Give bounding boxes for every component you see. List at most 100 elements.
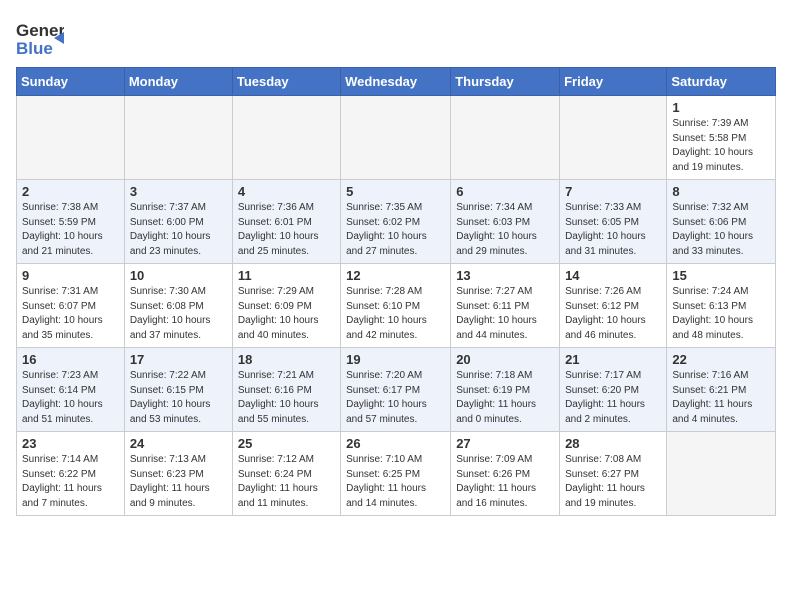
svg-text:Blue: Blue [16, 39, 53, 58]
calendar-cell: 17Sunrise: 7:22 AM Sunset: 6:15 PM Dayli… [124, 348, 232, 432]
calendar-cell: 19Sunrise: 7:20 AM Sunset: 6:17 PM Dayli… [341, 348, 451, 432]
day-info: Sunrise: 7:16 AM Sunset: 6:21 PM Dayligh… [672, 369, 770, 427]
calendar-cell [232, 96, 340, 180]
day-info: Sunrise: 7:22 AM Sunset: 6:15 PM Dayligh… [130, 369, 227, 427]
calendar-week-3: 9 Sunrise: 7:31 AM Sunset: 6:07 PM Daylig… [17, 264, 776, 348]
calendar-cell: 6 Sunrise: 7:34 AM Sunset: 6:03 PM Daylig… [451, 180, 560, 264]
day-info: Sunrise: 7:36 AM Sunset: 6:01 PM Dayligh… [238, 201, 335, 259]
calendar-cell: 23 Sunrise: 7:14 AM Sunset: 6:22 PM Dayli… [17, 432, 125, 516]
day-info: Sunrise: 7:09 AM Sunset: 6:26 PM Dayligh… [456, 453, 554, 511]
calendar-cell [124, 96, 232, 180]
day-number: 26 [346, 436, 445, 451]
day-number: 6 [456, 184, 554, 199]
day-number: 1 [672, 100, 770, 115]
calendar-cell [17, 96, 125, 180]
weekday-header-thursday: Thursday [451, 68, 560, 96]
calendar-cell: 13 Sunrise: 7:27 AM Sunset: 6:11 PM Dayli… [451, 264, 560, 348]
calendar-body: 1 Sunrise: 7:39 AM Sunset: 5:58 PM Daylig… [17, 96, 776, 516]
day-number: 27 [456, 436, 554, 451]
day-number: 10 [130, 268, 227, 283]
day-info: Sunrise: 7:37 AM Sunset: 6:00 PM Dayligh… [130, 201, 227, 259]
day-info: Sunrise: 7:27 AM Sunset: 6:11 PM Dayligh… [456, 285, 554, 343]
day-number: 24 [130, 436, 227, 451]
day-info: Sunrise: 7:18 AM Sunset: 6:19 PM Dayligh… [456, 369, 554, 427]
calendar-cell: 5 Sunrise: 7:35 AM Sunset: 6:02 PM Daylig… [341, 180, 451, 264]
weekday-header-monday: Monday [124, 68, 232, 96]
calendar-cell: 20 Sunrise: 7:18 AM Sunset: 6:19 PM Dayli… [451, 348, 560, 432]
day-info: Sunrise: 7:10 AM Sunset: 6:25 PM Dayligh… [346, 453, 445, 511]
calendar-cell: 10Sunrise: 7:30 AM Sunset: 6:08 PM Dayli… [124, 264, 232, 348]
calendar-cell [560, 96, 667, 180]
logo: General Blue [16, 16, 64, 63]
day-number: 28 [565, 436, 661, 451]
calendar-header: SundayMondayTuesdayWednesdayThursdayFrid… [17, 68, 776, 96]
day-info: Sunrise: 7:17 AM Sunset: 6:20 PM Dayligh… [565, 369, 661, 427]
day-number: 19 [346, 352, 445, 367]
day-info: Sunrise: 7:31 AM Sunset: 6:07 PM Dayligh… [22, 285, 119, 343]
calendar-cell [341, 96, 451, 180]
calendar-cell: 16 Sunrise: 7:23 AM Sunset: 6:14 PM Dayli… [17, 348, 125, 432]
day-number: 16 [22, 352, 119, 367]
day-info: Sunrise: 7:12 AM Sunset: 6:24 PM Dayligh… [238, 453, 335, 511]
calendar-cell: 25 Sunrise: 7:12 AM Sunset: 6:24 PM Dayli… [232, 432, 340, 516]
day-info: Sunrise: 7:34 AM Sunset: 6:03 PM Dayligh… [456, 201, 554, 259]
day-number: 3 [130, 184, 227, 199]
calendar-cell: 3 Sunrise: 7:37 AM Sunset: 6:00 PM Daylig… [124, 180, 232, 264]
day-info: Sunrise: 7:32 AM Sunset: 6:06 PM Dayligh… [672, 201, 770, 259]
calendar-week-2: 2 Sunrise: 7:38 AM Sunset: 5:59 PM Daylig… [17, 180, 776, 264]
day-info: Sunrise: 7:35 AM Sunset: 6:02 PM Dayligh… [346, 201, 445, 259]
day-info: Sunrise: 7:28 AM Sunset: 6:10 PM Dayligh… [346, 285, 445, 343]
day-number: 21 [565, 352, 661, 367]
calendar-week-1: 1 Sunrise: 7:39 AM Sunset: 5:58 PM Daylig… [17, 96, 776, 180]
day-number: 25 [238, 436, 335, 451]
weekday-header-row: SundayMondayTuesdayWednesdayThursdayFrid… [17, 68, 776, 96]
day-info: Sunrise: 7:24 AM Sunset: 6:13 PM Dayligh… [672, 285, 770, 343]
day-number: 20 [456, 352, 554, 367]
day-info: Sunrise: 7:39 AM Sunset: 5:58 PM Dayligh… [672, 117, 770, 175]
weekday-header-saturday: Saturday [667, 68, 776, 96]
day-info: Sunrise: 7:33 AM Sunset: 6:05 PM Dayligh… [565, 201, 661, 259]
calendar-cell: 7 Sunrise: 7:33 AM Sunset: 6:05 PM Daylig… [560, 180, 667, 264]
day-number: 8 [672, 184, 770, 199]
calendar-cell [451, 96, 560, 180]
day-info: Sunrise: 7:38 AM Sunset: 5:59 PM Dayligh… [22, 201, 119, 259]
day-number: 2 [22, 184, 119, 199]
day-number: 15 [672, 268, 770, 283]
day-info: Sunrise: 7:23 AM Sunset: 6:14 PM Dayligh… [22, 369, 119, 427]
day-info: Sunrise: 7:29 AM Sunset: 6:09 PM Dayligh… [238, 285, 335, 343]
calendar-cell: 8 Sunrise: 7:32 AM Sunset: 6:06 PM Daylig… [667, 180, 776, 264]
weekday-header-friday: Friday [560, 68, 667, 96]
day-number: 5 [346, 184, 445, 199]
calendar-cell: 18Sunrise: 7:21 AM Sunset: 6:16 PM Dayli… [232, 348, 340, 432]
calendar-cell: 1 Sunrise: 7:39 AM Sunset: 5:58 PM Daylig… [667, 96, 776, 180]
page-header: General Blue [16, 16, 776, 63]
calendar-cell: 22 Sunrise: 7:16 AM Sunset: 6:21 PM Dayli… [667, 348, 776, 432]
day-number: 9 [22, 268, 119, 283]
day-number: 11 [238, 268, 335, 283]
weekday-header-sunday: Sunday [17, 68, 125, 96]
day-number: 22 [672, 352, 770, 367]
calendar-week-5: 23 Sunrise: 7:14 AM Sunset: 6:22 PM Dayli… [17, 432, 776, 516]
calendar-cell: 15 Sunrise: 7:24 AM Sunset: 6:13 PM Dayli… [667, 264, 776, 348]
day-number: 7 [565, 184, 661, 199]
day-number: 4 [238, 184, 335, 199]
day-info: Sunrise: 7:14 AM Sunset: 6:22 PM Dayligh… [22, 453, 119, 511]
weekday-header-wednesday: Wednesday [341, 68, 451, 96]
calendar-cell: 2 Sunrise: 7:38 AM Sunset: 5:59 PM Daylig… [17, 180, 125, 264]
calendar-cell: 11 Sunrise: 7:29 AM Sunset: 6:09 PM Dayli… [232, 264, 340, 348]
day-info: Sunrise: 7:21 AM Sunset: 6:16 PM Dayligh… [238, 369, 335, 427]
day-number: 13 [456, 268, 554, 283]
calendar-table: SundayMondayTuesdayWednesdayThursdayFrid… [16, 67, 776, 516]
day-number: 12 [346, 268, 445, 283]
calendar-cell: 21 Sunrise: 7:17 AM Sunset: 6:20 PM Dayli… [560, 348, 667, 432]
day-number: 23 [22, 436, 119, 451]
day-info: Sunrise: 7:13 AM Sunset: 6:23 PM Dayligh… [130, 453, 227, 511]
calendar-cell: 4 Sunrise: 7:36 AM Sunset: 6:01 PM Daylig… [232, 180, 340, 264]
calendar-cell: 26 Sunrise: 7:10 AM Sunset: 6:25 PM Dayli… [341, 432, 451, 516]
day-info: Sunrise: 7:26 AM Sunset: 6:12 PM Dayligh… [565, 285, 661, 343]
weekday-header-tuesday: Tuesday [232, 68, 340, 96]
calendar-cell: 12 Sunrise: 7:28 AM Sunset: 6:10 PM Dayli… [341, 264, 451, 348]
calendar-week-4: 16 Sunrise: 7:23 AM Sunset: 6:14 PM Dayli… [17, 348, 776, 432]
calendar-cell: 28Sunrise: 7:08 AM Sunset: 6:27 PM Dayli… [560, 432, 667, 516]
logo-mark: General Blue [16, 16, 64, 63]
